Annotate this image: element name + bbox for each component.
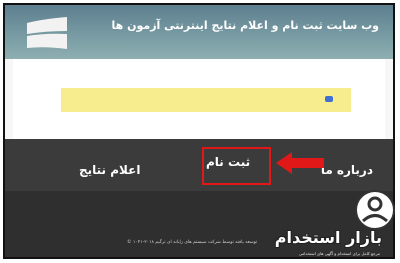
notice-bar (61, 88, 351, 112)
windows-logo-icon (27, 17, 67, 49)
watermark-tagline: مرجع کامل برای استخدام و آگهی های استخدا… (298, 251, 380, 256)
site-title: وب سایت ثبت نام و اعلام نتایج اینترنتی آ… (111, 19, 379, 32)
nav-about[interactable]: درباره ما (321, 163, 373, 177)
watermark-logo (355, 190, 395, 230)
content-panel (13, 59, 385, 139)
footer-credit: توسعه یافته توسط شرکت سیستم های رایانه ا… (127, 240, 258, 245)
main-navbar: درباره ما ثبت نام اعلام نتایج (5, 139, 393, 191)
nav-results[interactable]: اعلام نتایج (79, 163, 140, 177)
main-content (5, 59, 393, 139)
info-icon[interactable] (325, 96, 333, 102)
watermark-brand: بازار استخدام (274, 228, 382, 247)
red-arrow-icon (276, 152, 324, 174)
register-highlight-box (202, 147, 271, 185)
